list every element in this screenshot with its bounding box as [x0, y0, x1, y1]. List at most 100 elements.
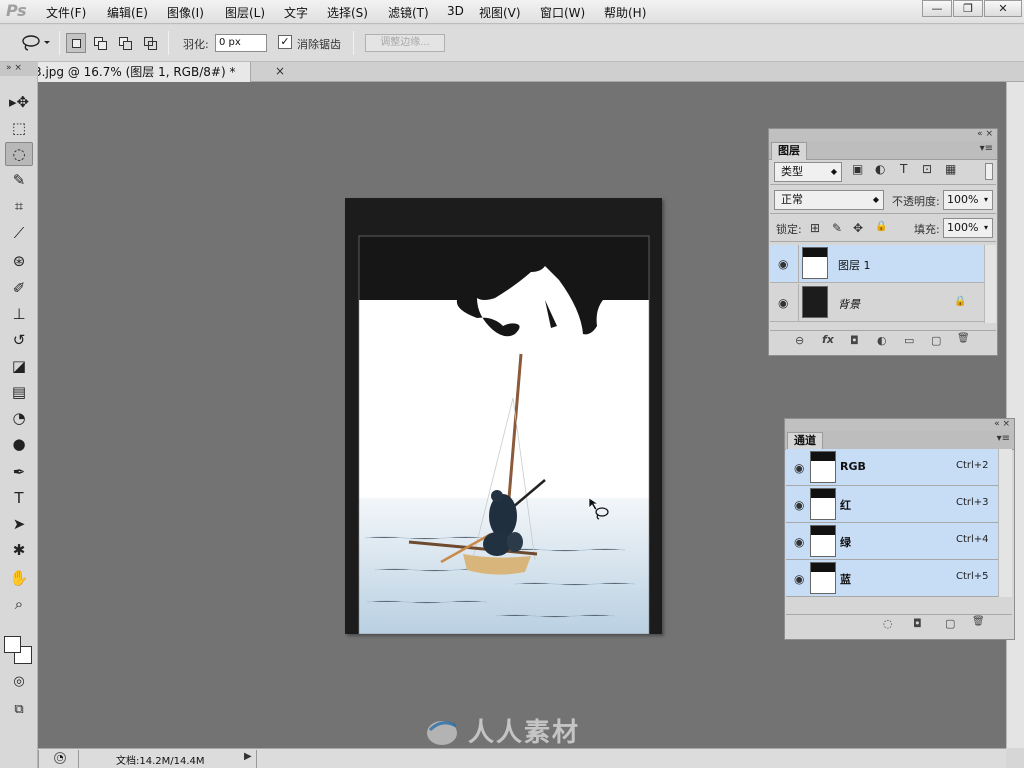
adjustment-layer-icon[interactable]: ◐	[877, 334, 887, 347]
opacity-input[interactable]: 100% ▾	[943, 190, 993, 210]
eye-icon[interactable]: ◉	[794, 535, 804, 549]
tools-panel-header[interactable]: » ×	[0, 62, 38, 76]
antialias-checkbox[interactable]: ✓	[278, 35, 292, 49]
channels-panel-menu-icon[interactable]: ▾≡	[997, 433, 1010, 444]
new-selection-button[interactable]	[66, 33, 86, 53]
load-selection-icon[interactable]: ◌	[883, 617, 893, 630]
blend-mode-dropdown[interactable]: 正常 ◆	[774, 190, 884, 210]
zoom-tool-icon[interactable]: ⌕	[5, 592, 33, 616]
channels-panel-collapse[interactable]: « ×	[785, 419, 1014, 431]
lock-position-icon[interactable]: ✥	[853, 221, 863, 235]
eraser-tool-icon[interactable]: ◪	[5, 354, 33, 378]
close-document-icon[interactable]: ×	[275, 64, 285, 78]
hand-tool-icon[interactable]: ✋	[5, 566, 33, 590]
smart-object-filter-icon[interactable]: ▦	[945, 162, 956, 176]
refine-edge-button[interactable]: 调整边缘...	[365, 34, 445, 52]
subtract-selection-button[interactable]	[115, 33, 135, 53]
quick-select-tool-icon[interactable]: ✎	[5, 168, 33, 192]
healing-brush-tool-icon[interactable]: ⊛	[5, 249, 33, 273]
menu-file[interactable]: 文件(F)	[46, 4, 86, 21]
new-channel-icon[interactable]: ▢	[945, 617, 955, 630]
gradient-tool-icon[interactable]: ▤	[5, 380, 33, 404]
menu-type[interactable]: 文字	[284, 4, 308, 21]
menu-edit[interactable]: 编辑(E)	[107, 4, 148, 21]
layer-name[interactable]: 图层 1	[838, 257, 871, 273]
history-brush-tool-icon[interactable]: ↺	[5, 328, 33, 352]
quick-mask-icon[interactable]: ◎	[5, 670, 33, 694]
menu-layer[interactable]: 图层(L)	[225, 4, 265, 21]
layer-name[interactable]: 背景	[838, 296, 860, 312]
vertical-scrollbar[interactable]	[1006, 82, 1024, 748]
foreground-color-swatch[interactable]	[4, 636, 21, 653]
feather-label: 羽化:	[183, 38, 209, 51]
pixel-filter-icon[interactable]: ▣	[852, 162, 863, 176]
status-menu-arrow[interactable]: ▶	[244, 751, 252, 762]
eye-icon[interactable]: ◉	[794, 498, 804, 512]
channel-row-green[interactable]: ◉ 绿 Ctrl+4	[786, 523, 998, 560]
type-filter-icon[interactable]: T	[900, 162, 907, 176]
add-mask-icon[interactable]: ◘	[850, 334, 859, 347]
save-selection-icon[interactable]: ◘	[913, 617, 922, 630]
intersect-selection-button[interactable]	[140, 33, 160, 53]
channel-row-blue[interactable]: ◉ 蓝 Ctrl+5	[786, 560, 998, 597]
menu-3d[interactable]: 3D	[447, 4, 464, 18]
menu-filter[interactable]: 滤镜(T)	[388, 4, 429, 21]
type-tool-icon[interactable]: T	[5, 486, 33, 510]
feather-input[interactable]: 0 px	[215, 34, 267, 52]
channel-row-rgb[interactable]: ◉ RGB Ctrl+2	[786, 449, 998, 486]
delete-layer-icon[interactable]: 🗑	[957, 333, 970, 344]
eyedropper-tool-icon[interactable]: ⟋	[5, 221, 33, 245]
menu-view[interactable]: 视图(V)	[479, 4, 521, 21]
layers-scrollbar[interactable]	[984, 245, 996, 323]
eye-icon[interactable]: ◉	[794, 461, 804, 475]
layer-row-1[interactable]: ◉ 图层 1	[770, 245, 984, 283]
blur-tool-icon[interactable]: ◔	[5, 406, 33, 430]
marquee-tool-icon[interactable]: ⬚	[5, 116, 33, 140]
eye-icon[interactable]: ◉	[794, 572, 804, 586]
screen-mode-icon[interactable]: ⧉	[5, 698, 33, 722]
link-layers-icon[interactable]: ⊖	[795, 334, 804, 347]
lock-all-icon[interactable]: 🔒	[875, 221, 887, 232]
layer-kind-filter[interactable]: 类型 ◆	[774, 162, 842, 182]
menu-window[interactable]: 窗口(W)	[540, 4, 585, 21]
new-group-icon[interactable]: ▭	[904, 334, 914, 347]
layers-panel-menu-icon[interactable]: ▾≡	[980, 143, 993, 154]
pen-tool-icon[interactable]: ✒	[5, 460, 33, 484]
lock-transparent-icon[interactable]: ⊞	[810, 221, 820, 235]
minimize-button[interactable]: —	[922, 0, 952, 17]
lasso-icon[interactable]	[20, 34, 50, 52]
clone-stamp-tool-icon[interactable]: ⊥	[5, 302, 33, 326]
close-window-button[interactable]: ✕	[984, 0, 1022, 17]
eye-icon[interactable]: ◉	[778, 257, 788, 271]
filter-toggle[interactable]	[985, 163, 993, 180]
document-canvas[interactable]	[345, 198, 662, 635]
menu-select[interactable]: 选择(S)	[327, 4, 368, 21]
layers-panel-collapse[interactable]: « ×	[769, 129, 997, 141]
shape-filter-icon[interactable]: ⊡	[922, 162, 932, 176]
channel-row-red[interactable]: ◉ 红 Ctrl+3	[786, 486, 998, 523]
layer-row-background[interactable]: ◉ 背景 🔒	[770, 284, 984, 322]
zoom-icon[interactable]: ◔	[54, 752, 66, 764]
eye-icon[interactable]: ◉	[778, 296, 788, 310]
delete-channel-icon[interactable]: 🗑	[972, 616, 985, 627]
move-tool-icon[interactable]: ▸✥	[5, 90, 33, 114]
document-tab[interactable]: 3.jpg @ 16.7% (图层 1, RGB/8#) *	[38, 62, 251, 82]
tab-channels[interactable]: 通道	[787, 432, 823, 450]
lasso-tool-icon[interactable]: ◌	[5, 142, 33, 166]
fx-icon[interactable]: fx	[822, 333, 834, 346]
crop-tool-icon[interactable]: ⌗	[5, 194, 33, 218]
dodge-tool-icon[interactable]: ●	[5, 432, 33, 456]
menu-image[interactable]: 图像(I)	[167, 4, 204, 21]
shape-tool-icon[interactable]: ✱	[5, 538, 33, 562]
adjustment-filter-icon[interactable]: ◐	[875, 162, 885, 176]
lock-pixels-icon[interactable]: ✎	[832, 221, 842, 235]
brush-tool-icon[interactable]: ✐	[5, 276, 33, 300]
menu-help[interactable]: 帮助(H)	[604, 4, 646, 21]
path-select-tool-icon[interactable]: ➤	[5, 512, 33, 536]
add-selection-button[interactable]	[90, 33, 110, 53]
tab-layers[interactable]: 图层	[771, 142, 807, 160]
restore-button[interactable]: ❐	[953, 0, 983, 17]
channels-scrollbar[interactable]	[998, 449, 1012, 597]
fill-input[interactable]: 100% ▾	[943, 218, 993, 238]
new-layer-icon[interactable]: ▢	[931, 334, 941, 347]
